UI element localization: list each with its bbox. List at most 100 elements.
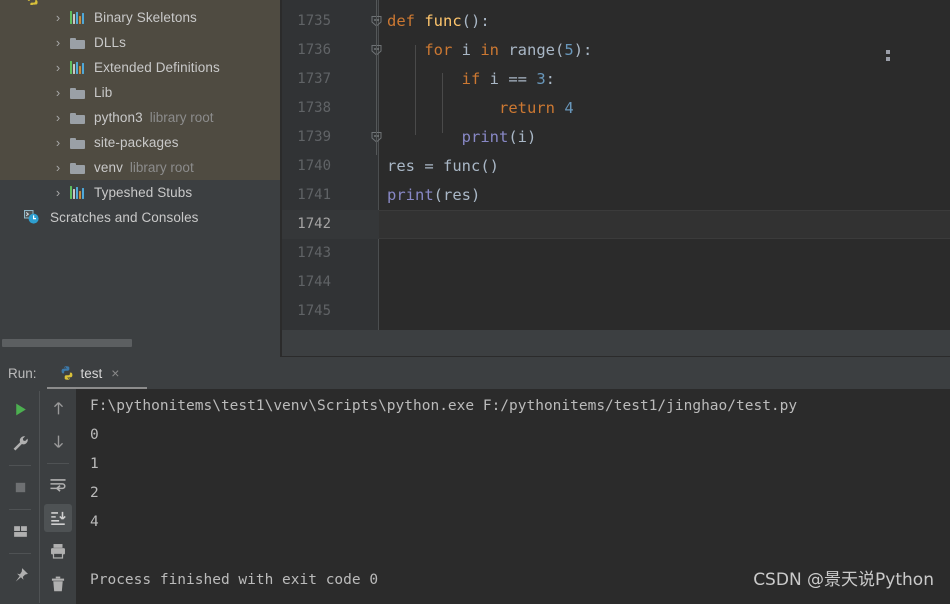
tree-item-label: site-packages [94,135,179,150]
pin-tab-button[interactable] [6,561,34,589]
tree-item-icon [66,37,88,49]
editor-marker-dot [886,57,890,61]
run-console-output[interactable]: F:\pythonitems\test1\venv\Scripts\python… [76,389,950,604]
tree-item-scratches-and-consoles[interactable]: Scratches and Consoles [0,205,280,230]
code-editor[interactable]: 1734173517361737173817391740174117421743… [282,0,950,348]
code-token: print [461,128,509,146]
code-line[interactable] [379,297,950,326]
code-token: def [387,12,415,30]
code-line[interactable]: print(i) [379,123,950,152]
soft-wrap-button[interactable] [44,471,72,498]
tree-item-icon [66,162,88,174]
tree-item-label: Lib [94,85,113,100]
console-output-line: 4 [90,514,99,530]
code-line[interactable] [379,0,950,7]
line-number: 1740 [297,158,331,174]
tree-item-venv[interactable]: › venv library root [0,155,280,180]
code-line[interactable]: print(res) [379,181,950,210]
folder-icon [69,137,85,149]
chevron-right-icon[interactable]: › [50,185,66,200]
tree-item-label: Binary Skeletons [94,10,197,25]
line-number: 1735 [297,13,331,29]
code-line[interactable]: for i in range(5): [379,36,950,65]
code-line[interactable] [379,239,950,268]
next-occurrence-button[interactable] [44,428,72,455]
code-line[interactable]: if i == 3: [379,65,950,94]
fold-connector-line [376,0,377,155]
watermark-text: CSDN @景天说Python [753,570,934,590]
code-token: 5 [564,41,574,59]
chevron-right-icon[interactable]: › [50,135,66,150]
code-line[interactable]: def func(): [379,7,950,36]
code-line[interactable]: res = func() [379,152,950,181]
line-number: 1745 [297,303,331,319]
tree-item-icon [66,186,88,199]
tree-item-python3[interactable]: › python3 library root [0,105,280,130]
chevron-right-icon[interactable]: › [50,110,66,125]
chevron-right-icon[interactable]: › [50,160,66,175]
code-line[interactable]: return 4 [379,94,950,123]
clear-all-button[interactable] [44,571,72,598]
tree-item-icon [66,112,88,124]
previous-occurrence-button[interactable] [44,395,72,422]
run-toolbar-secondary[interactable] [40,389,76,604]
tree-item-dlls[interactable]: › DLLs [0,30,280,55]
line-number: 1742 [297,216,331,232]
code-token: (i) [508,128,537,146]
tree-horizontal-scrollbar-thumb[interactable] [2,339,132,347]
tree-item-binary-skeletons[interactable]: › Binary Skeletons [0,5,280,30]
tree-item-label: Extended Definitions [94,60,220,75]
code-line[interactable] [379,268,950,297]
tree-item-lib[interactable]: › Lib [0,80,280,105]
tree-item-label: python3 [94,110,143,125]
code-token: ( [555,41,565,59]
stop-button[interactable] [6,473,34,501]
code-token: 4 [564,99,574,117]
run-window-title: Run: [8,365,37,381]
folder-icon [69,112,85,124]
code-token: () [480,157,499,175]
tree-item-icon [66,61,88,74]
chevron-right-icon[interactable]: › [50,35,66,50]
print-button[interactable] [44,538,72,565]
editor-marker-dot [886,50,890,54]
console-output-line: Process finished with exit code 0 [90,572,379,588]
line-number: 1743 [297,245,331,261]
tree-item-label: venv [94,160,123,175]
chevron-right-icon[interactable]: › [50,10,66,25]
code-token: i [452,41,481,59]
editor-bottom-strip [282,330,950,357]
rerun-button[interactable] [6,395,34,423]
chevron-right-icon[interactable]: › [50,85,66,100]
close-icon[interactable]: × [111,366,119,380]
code-token: func [424,12,462,30]
pycharm-window: › Binary Skeletons › DLLs › Extended Definiti… [0,0,950,604]
console-output-line: 0 [90,427,99,443]
tree-item-icon [66,137,88,149]
tree-item-label: Typeshed Stubs [94,185,193,200]
code-token: range [508,41,556,59]
run-tab-test[interactable]: test × [55,357,124,389]
tree-item-label: DLLs [94,35,126,50]
scroll-to-end-button[interactable] [44,504,72,532]
code-token: func [443,157,481,175]
console-output-line: 1 [90,456,99,472]
code-token: 3 [536,70,546,88]
code-line[interactable] [379,210,950,239]
tree-item-annotation: library root [129,160,194,175]
project-tool-window[interactable]: › Binary Skeletons › DLLs › Extended Definiti… [0,0,280,357]
tree-item-extended-definitions[interactable]: › Extended Definitions [0,55,280,80]
code-content[interactable]: def func(): for i in range(5): if i == 3… [379,0,950,348]
code-token: : [545,70,556,88]
tree-item-typeshed-stubs[interactable]: › Typeshed Stubs [0,180,280,205]
editor-gutter[interactable]: 1734173517361737173817391740174117421743… [282,0,382,348]
tree-item-site-packages[interactable]: › site-packages [0,130,280,155]
run-toolbar-primary[interactable] [0,389,40,604]
edit-configurations-button[interactable] [6,429,34,457]
run-window-header: Run: test × [0,357,950,390]
layout-settings-button[interactable] [6,517,34,545]
chevron-right-icon[interactable]: › [50,60,66,75]
